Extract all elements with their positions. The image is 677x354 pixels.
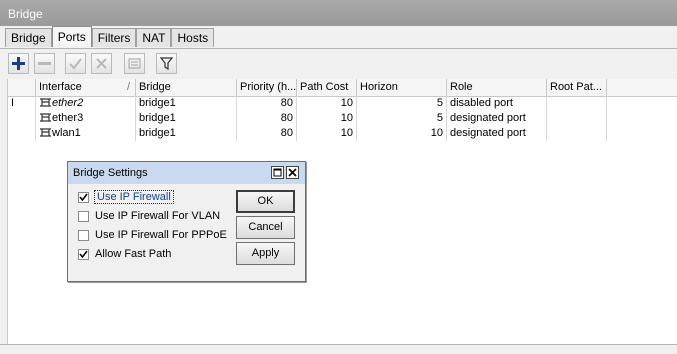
role-cell: designated port [447, 126, 547, 141]
column-header-role[interactable]: Role [447, 79, 547, 96]
bridge-port-icon [40, 128, 51, 137]
check-icon [69, 58, 82, 70]
column-header-horizon[interactable]: Horizon [357, 79, 447, 96]
root-path-cell [547, 111, 607, 126]
role-cell: disabled port [447, 96, 547, 111]
checkbox-box [78, 191, 89, 203]
checkbox-box [78, 210, 89, 222]
dialog-title: Bridge Settings [73, 167, 148, 179]
bridge-cell: bridge1 [136, 126, 237, 141]
table-row[interactable]: wlan1 bridge1 80 10 10 designated port [8, 126, 677, 141]
interface-cell: wlan1 [36, 126, 136, 141]
column-header-interface[interactable]: Interface / [36, 79, 136, 96]
tab-bridge[interactable]: Bridge [5, 28, 52, 47]
bridge-port-icon [40, 98, 51, 107]
disable-button[interactable] [91, 53, 112, 74]
remove-button[interactable] [34, 53, 55, 74]
ok-button[interactable]: OK [236, 190, 295, 213]
root-path-cell [547, 126, 607, 141]
column-header-path-cost[interactable]: Path Cost [297, 79, 357, 96]
use-ip-firewall-checkbox[interactable]: Use IP Firewall [78, 190, 174, 204]
column-header-flag[interactable] [8, 79, 36, 96]
path-cost-cell: 10 [297, 96, 357, 111]
apply-button[interactable]: Apply [236, 242, 295, 265]
checkmark-icon [79, 193, 88, 201]
horizon-cell: 10 [357, 126, 447, 141]
flag-cell [8, 111, 36, 126]
column-header-bridge[interactable]: Bridge [136, 79, 237, 96]
horizon-cell: 5 [357, 96, 447, 111]
maximize-button[interactable] [271, 166, 284, 179]
path-cost-cell: 10 [297, 126, 357, 141]
checkbox-box [78, 248, 89, 260]
checkbox-label: Use IP Firewall For VLAN [95, 210, 221, 222]
filter-button[interactable] [156, 53, 177, 74]
interface-cell: ether3 [36, 111, 136, 126]
tab-ports[interactable]: Ports [51, 26, 92, 47]
bridge-cell: bridge1 [136, 96, 237, 111]
window-title: Bridge [8, 7, 43, 21]
enable-button[interactable] [65, 53, 86, 74]
interface-cell: ether2 [36, 96, 136, 111]
tab-nat[interactable]: NAT [136, 28, 172, 47]
close-button[interactable] [286, 166, 299, 179]
priority-cell: 80 [237, 111, 297, 126]
role-cell: designated port [447, 111, 547, 126]
toolbar [0, 48, 677, 79]
tab-bar: Bridge Ports Filters NAT Hosts [5, 26, 215, 48]
sort-indicator-icon: / [126, 81, 130, 93]
checkmark-icon [79, 250, 88, 258]
flag-cell: I [8, 96, 36, 111]
path-cost-cell: 10 [297, 111, 357, 126]
table-header: Interface / Bridge Priority (h... Path C… [8, 79, 677, 97]
flag-cell [8, 126, 36, 141]
allow-fast-path-checkbox[interactable]: Allow Fast Path [78, 247, 171, 261]
use-ip-firewall-pppoe-checkbox[interactable]: Use IP Firewall For PPPoE [78, 228, 227, 242]
checkbox-label: Allow Fast Path [95, 248, 172, 260]
column-header-root-path[interactable]: Root Pat... [547, 79, 607, 96]
comment-icon [128, 58, 141, 69]
comment-button[interactable] [124, 53, 145, 74]
column-header-priority[interactable]: Priority (h... [237, 79, 297, 96]
priority-cell: 80 [237, 126, 297, 141]
filter-icon [160, 57, 173, 70]
tab-hosts[interactable]: Hosts [171, 28, 215, 47]
dialog-title-bar[interactable]: Bridge Settings [68, 162, 305, 184]
add-button[interactable] [8, 53, 29, 74]
tab-filters[interactable]: Filters [91, 28, 137, 47]
bridge-port-icon [40, 113, 51, 122]
maximize-icon [273, 168, 282, 177]
remove-icon [38, 62, 51, 65]
bridge-cell: bridge1 [136, 111, 237, 126]
cancel-button[interactable]: Cancel [236, 216, 295, 239]
table-row[interactable]: I ether2 bridge1 80 10 5 disabled port [8, 96, 677, 111]
close-icon [288, 168, 297, 177]
use-ip-firewall-vlan-checkbox[interactable]: Use IP Firewall For VLAN [78, 209, 220, 223]
table-row[interactable]: ether3 bridge1 80 10 5 designated port [8, 111, 677, 126]
checkbox-label: Use IP Firewall [94, 190, 174, 204]
cross-icon [96, 58, 107, 69]
horizon-cell: 5 [357, 111, 447, 126]
checkbox-label: Use IP Firewall For PPPoE [95, 229, 227, 241]
bridge-settings-dialog: Bridge Settings Use IP Firewall Use IP F… [67, 161, 306, 282]
root-path-cell [547, 96, 607, 111]
checkbox-box [78, 229, 89, 241]
add-icon [12, 57, 25, 70]
priority-cell: 80 [237, 96, 297, 111]
window-title-bar: Bridge [0, 0, 677, 26]
